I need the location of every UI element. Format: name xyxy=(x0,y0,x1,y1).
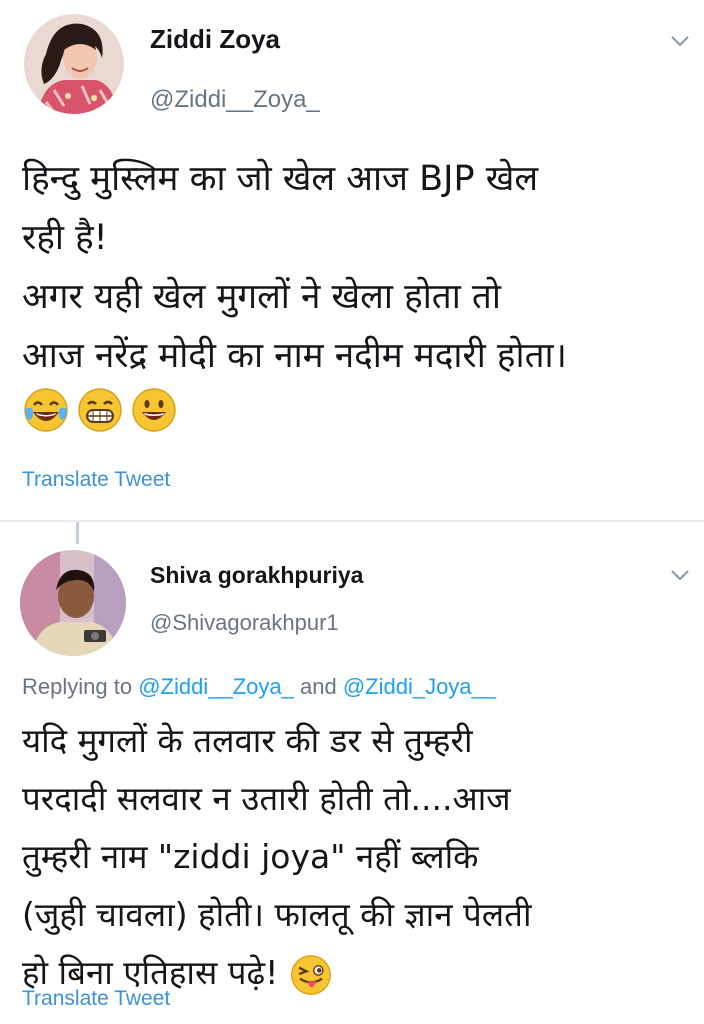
tweet-text-line: अगर यही खेल मुगलों ने खेला होता तो xyxy=(22,277,501,317)
tweet-text-line: यदि मुगलों के तलवार की डर से तुम्हरी xyxy=(22,721,473,760)
tweet-text-line: रही है! xyxy=(22,218,108,258)
tears-of-joy-emoji xyxy=(24,388,68,432)
tweet-text: यदि मुगलों के तलवार की डर से तुम्हरी परद… xyxy=(22,712,692,1002)
avatar-image xyxy=(20,550,126,656)
translate-tweet-link[interactable]: Translate Tweet xyxy=(22,468,170,492)
tweet-text-line: परदादी सलवार न उतारी होती तो....आज xyxy=(22,779,511,818)
avatar-image xyxy=(24,14,124,114)
tweet-ziddi-zoya: Ziddi Zoya @Ziddi__Zoya_ हिन्दु मुस्लिम … xyxy=(0,0,704,522)
tweet-text-line: तुम्हरी नाम "ziddi joya" नहीं ब्लकि xyxy=(22,837,479,876)
tweet-shiva-gorakhpuriya: Shiva gorakhpuriya @Shivagorakhpur1 Repl… xyxy=(0,522,704,1024)
replying-to: Replying to @Ziddi__Zoya_ and @Ziddi_Joy… xyxy=(22,674,496,700)
tweet-text: हिन्दु मुस्लिम का जो खेल आज BJP खेल रही … xyxy=(22,150,692,386)
replying-and-label: and xyxy=(299,674,337,699)
chevron-down-icon[interactable] xyxy=(670,34,690,48)
user-handle[interactable]: @Ziddi__Zoya_ xyxy=(150,86,320,114)
mention-link[interactable]: @Ziddi_Joya__ xyxy=(343,674,496,699)
winking-tongue-emoji xyxy=(290,954,331,995)
avatar[interactable] xyxy=(20,550,126,656)
smiley-emoji xyxy=(132,388,176,432)
tweet-text-line: (जुही चावला) होती। फालतू की ज्ञान पेलती xyxy=(22,895,532,934)
translate-tweet-link[interactable]: Translate Tweet xyxy=(22,987,170,1011)
tweet-text-line: हिन्दु मुस्लिम का जो खेल आज BJP खेल xyxy=(22,159,539,199)
emoji-row xyxy=(22,386,178,434)
replying-to-label: Replying to xyxy=(22,674,133,699)
chevron-down-icon[interactable] xyxy=(670,568,690,582)
mention-link[interactable]: @Ziddi__Zoya_ xyxy=(138,674,294,699)
display-name[interactable]: Shiva gorakhpuriya xyxy=(150,562,363,589)
user-handle[interactable]: @Shivagorakhpur1 xyxy=(150,610,339,636)
avatar[interactable] xyxy=(24,14,124,114)
grinning-squint-emoji xyxy=(78,388,122,432)
tweet-text-line: आज नरेंद्र मोदी का नाम नदीम मदारी होता। xyxy=(22,336,567,376)
display-name[interactable]: Ziddi Zoya xyxy=(150,24,280,55)
